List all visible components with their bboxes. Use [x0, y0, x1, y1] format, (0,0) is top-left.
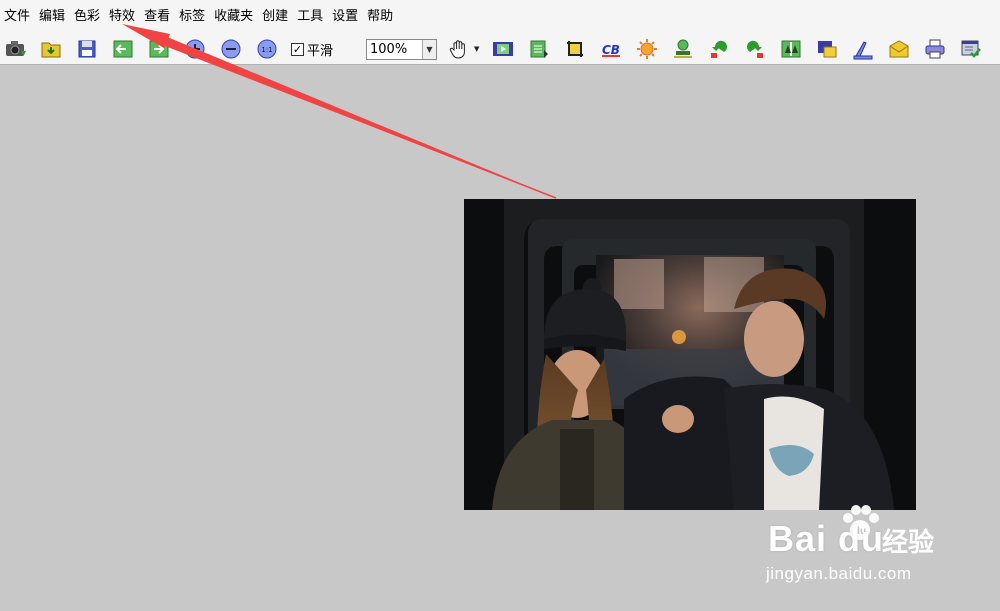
svg-text:CB: CB — [602, 43, 620, 57]
menu-tools[interactable]: 工具 — [293, 0, 323, 33]
menu-file[interactable]: 文件 — [0, 0, 30, 33]
watermark-logo-text: Bai du — [768, 518, 885, 559]
svg-text:1:1: 1:1 — [261, 46, 272, 54]
flip-icon[interactable] — [778, 36, 804, 62]
menu-favorites[interactable]: 收藏夹 — [210, 0, 253, 33]
watermark-url: jingyan.baidu.com — [766, 564, 912, 583]
print-icon[interactable] — [922, 36, 948, 62]
hand-icon[interactable] — [446, 36, 472, 62]
menu-settings[interactable]: 设置 — [328, 0, 358, 33]
zoom-out-icon[interactable] — [218, 36, 244, 62]
camera-icon[interactable] — [3, 36, 29, 62]
displayed-photo — [464, 199, 916, 510]
hand-dropdown-icon[interactable]: ▼ — [474, 45, 479, 53]
toolbar: 1:1 ✓ 平滑 100% ▼ ▼ CB — [0, 33, 1000, 65]
menu-view[interactable]: 查看 — [140, 0, 170, 33]
slideshow-icon[interactable] — [490, 36, 516, 62]
crop-icon[interactable] — [562, 36, 588, 62]
previous-icon[interactable] — [110, 36, 136, 62]
menu-tags[interactable]: 标签 — [175, 0, 205, 33]
baidu-watermark: du Bai du 经验 jingyan.baidu.com — [760, 500, 980, 600]
menu-create[interactable]: 创建 — [258, 0, 288, 33]
menu-effects[interactable]: 特效 — [105, 0, 135, 33]
zoom-select[interactable]: 100% ▼ — [366, 39, 437, 60]
chevron-down-icon[interactable]: ▼ — [422, 40, 436, 59]
scan-icon[interactable] — [850, 36, 876, 62]
menu-color[interactable]: 色彩 — [70, 0, 100, 33]
watermark-brand: 经验 — [882, 528, 935, 558]
resize-icon[interactable] — [814, 36, 840, 62]
brightness-icon[interactable] — [634, 36, 660, 62]
menu-help[interactable]: 帮助 — [363, 0, 393, 33]
batch-icon[interactable] — [958, 36, 984, 62]
rotate-right-icon[interactable] — [742, 36, 768, 62]
smooth-label: 平滑 — [307, 43, 334, 59]
smooth-checkbox[interactable]: ✓ 平滑 — [291, 39, 333, 59]
actual-size-icon[interactable]: 1:1 — [254, 36, 280, 62]
open-folder-icon[interactable] — [38, 36, 64, 62]
menu-bar: 文件 编辑 色彩 特效 查看 标签 收藏夹 创建 工具 设置 帮助 — [0, 0, 1000, 33]
thumbnail-icon[interactable] — [526, 36, 552, 62]
color-balance-icon[interactable]: CB — [598, 36, 624, 62]
photo-couple-under-bridge — [464, 199, 916, 510]
zoom-in-icon[interactable] — [182, 36, 208, 62]
next-icon[interactable] — [146, 36, 172, 62]
menu-edit[interactable]: 编辑 — [35, 0, 65, 33]
email-icon[interactable] — [886, 36, 912, 62]
stamp-icon[interactable] — [670, 36, 696, 62]
rotate-left-icon[interactable] — [706, 36, 732, 62]
zoom-value: 100% — [370, 42, 408, 57]
save-icon[interactable] — [74, 36, 100, 62]
check-icon: ✓ — [291, 42, 304, 56]
